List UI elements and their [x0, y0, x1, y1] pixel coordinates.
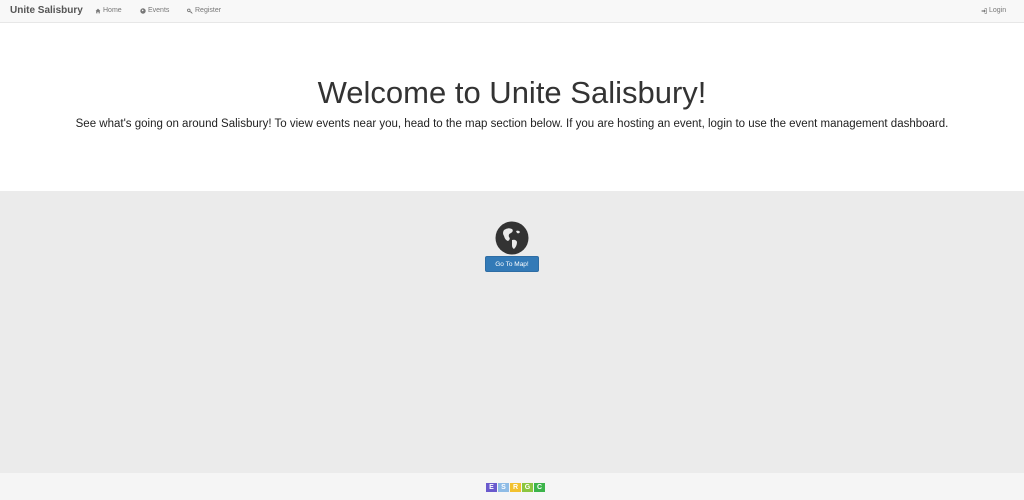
hero-section: Welcome to Unite Salisbury! See what's g…	[0, 23, 1024, 191]
esrgc-logo[interactable]: E S R G C	[486, 483, 545, 492]
nav-home-label: Home	[103, 7, 122, 14]
nav-login-label: Login	[989, 7, 1007, 14]
nav-events-label: Events	[148, 7, 170, 14]
nav-register[interactable]: Register	[187, 7, 221, 14]
logo-letter-e: E	[486, 483, 497, 492]
map-section: Go To Map!	[0, 191, 1024, 473]
go-to-map-button[interactable]: Go To Map!	[485, 256, 539, 272]
globe-icon	[140, 7, 146, 14]
logo-letter-r: R	[510, 483, 521, 492]
nav-events[interactable]: Events	[140, 7, 169, 14]
key-icon	[187, 8, 193, 14]
page-title: Welcome to Unite Salisbury!	[317, 75, 707, 110]
nav-home[interactable]: Home	[95, 7, 122, 14]
logo-letter-s: S	[498, 483, 509, 492]
top-navbar: Unite Salisbury Home Events Register Log…	[0, 0, 1024, 23]
hero-description: See what's going on around Salisbury! To…	[75, 118, 949, 130]
globe-icon	[495, 221, 529, 255]
home-icon	[95, 8, 101, 13]
brand-link[interactable]: Unite Salisbury	[10, 5, 83, 16]
logo-letter-c: C	[534, 483, 545, 492]
login-icon	[981, 7, 987, 14]
footer: E S R G C	[0, 473, 1024, 500]
nav-register-label: Register	[195, 7, 222, 14]
logo-letter-g: G	[522, 483, 533, 492]
nav-login[interactable]: Login	[981, 7, 1006, 14]
